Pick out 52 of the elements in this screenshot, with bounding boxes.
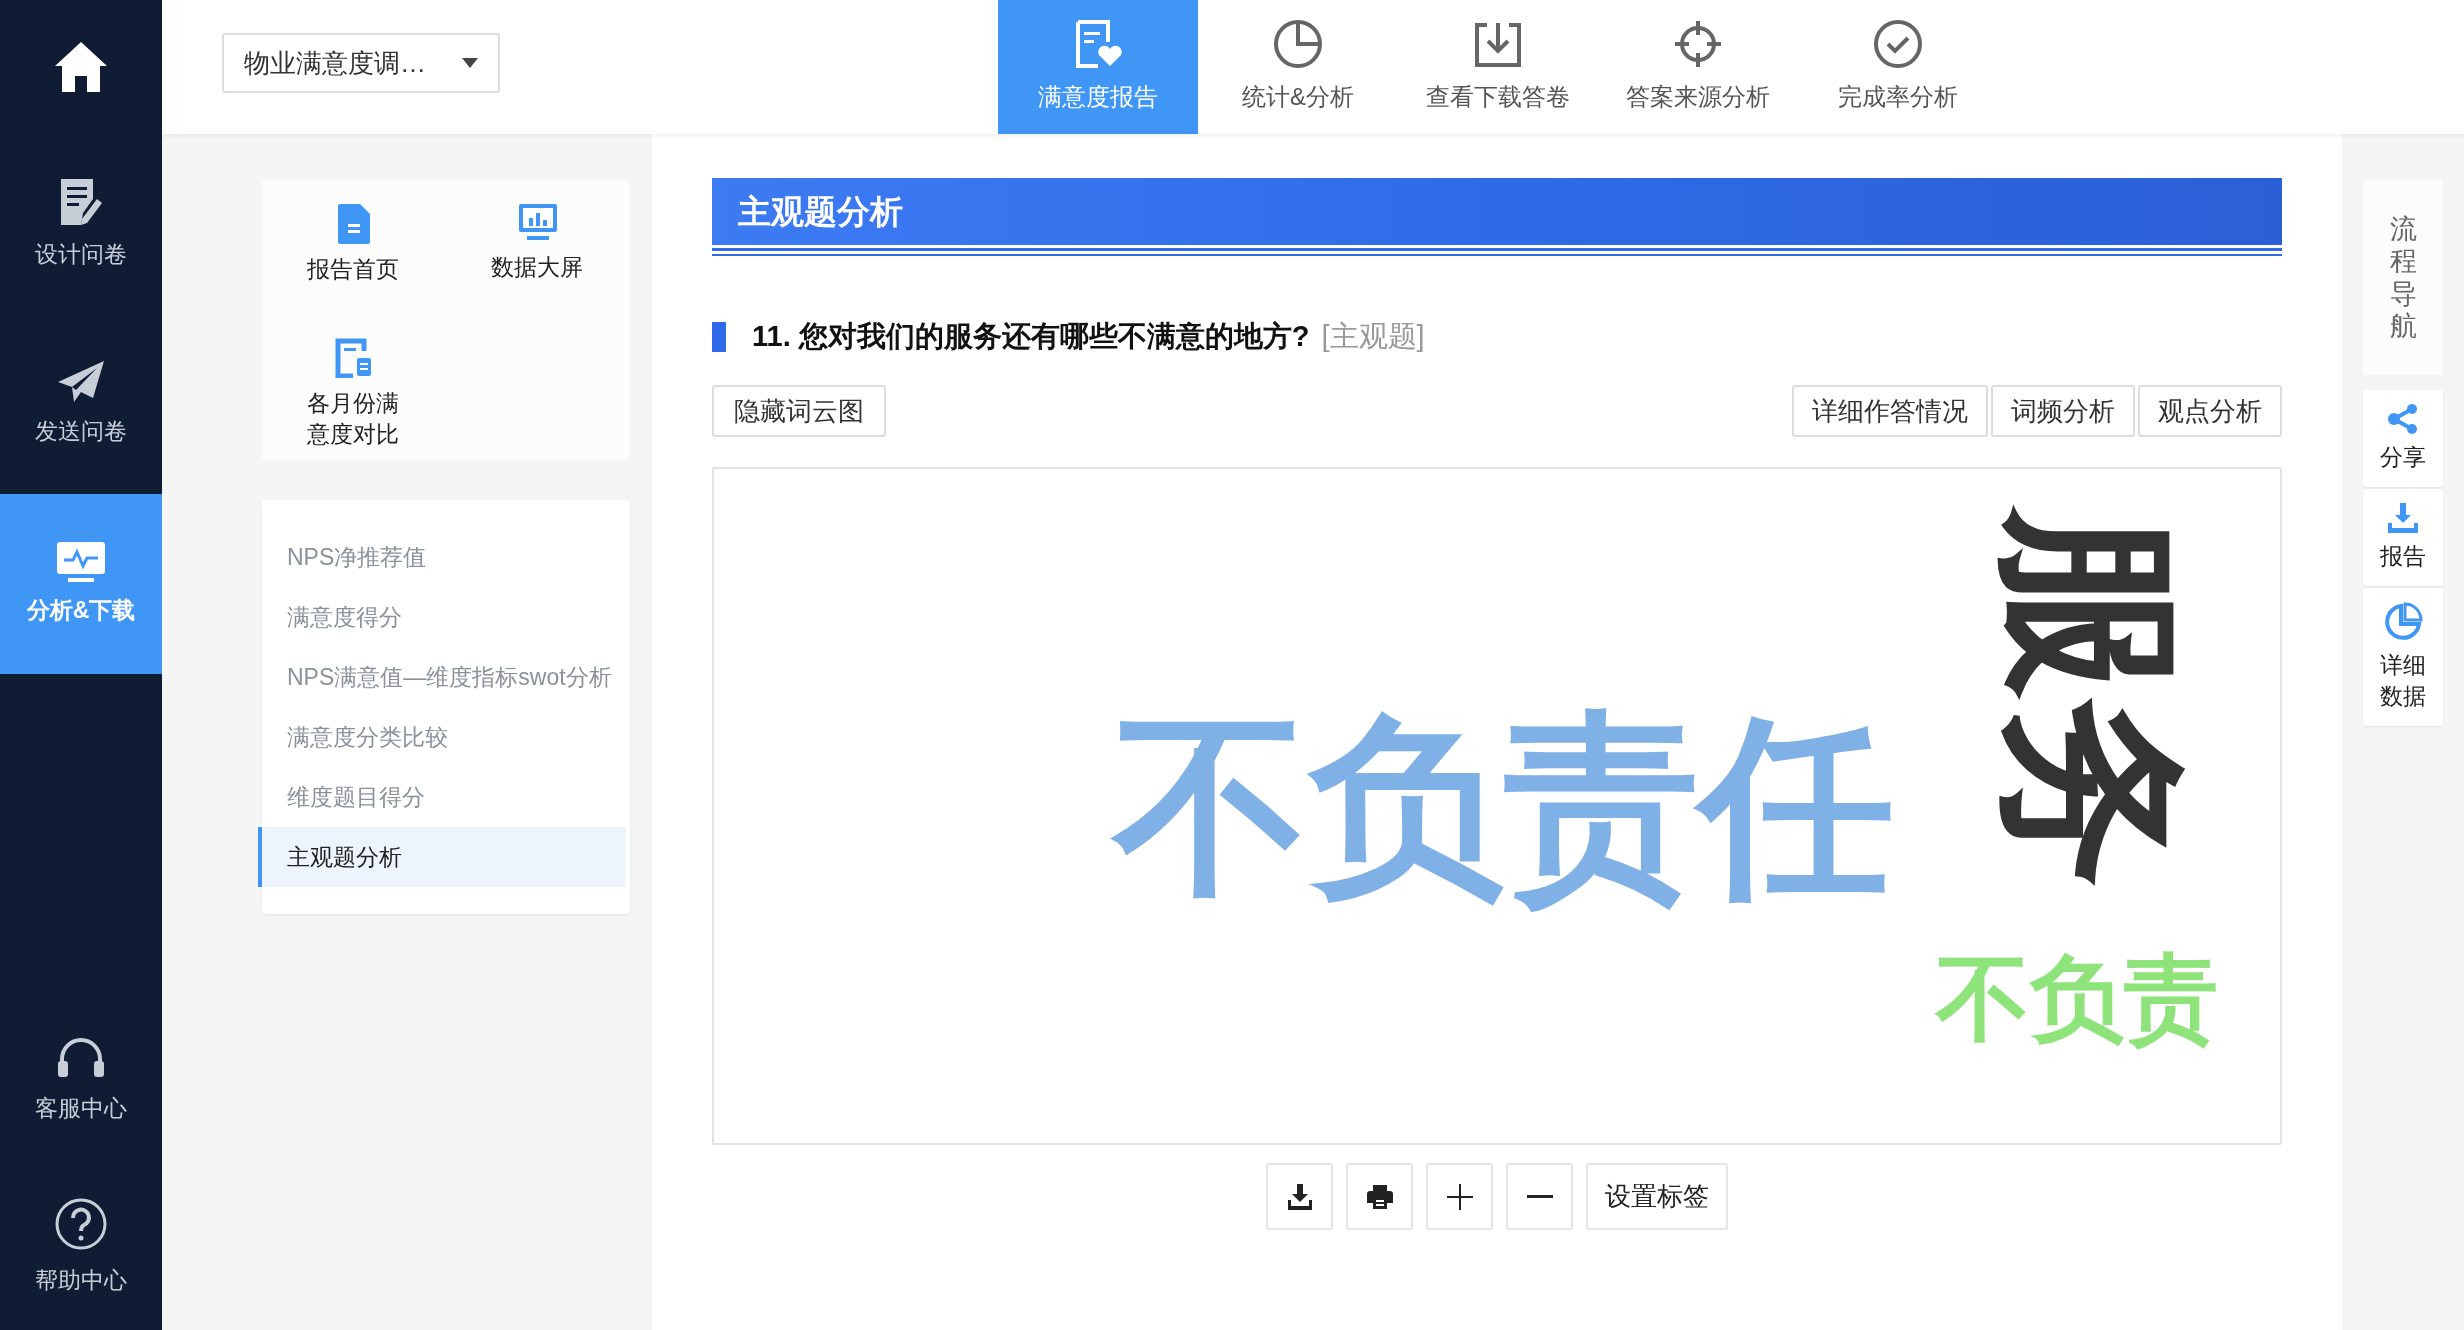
analysis-view-button[interactable]: 观点分析 bbox=[2138, 385, 2282, 437]
paper-plane-icon bbox=[57, 359, 105, 404]
monitor-pulse-icon bbox=[56, 540, 106, 583]
top-tab[interactable]: 统计&分析 bbox=[1198, 0, 1398, 134]
crosshair-icon bbox=[1673, 19, 1723, 69]
question-marker bbox=[712, 322, 726, 352]
help-icon bbox=[54, 1196, 108, 1251]
share-icon bbox=[2387, 404, 2419, 434]
download-icon bbox=[2388, 503, 2418, 534]
document-icon bbox=[338, 204, 370, 244]
caret-icon bbox=[462, 58, 478, 68]
flow-nav-card[interactable]: 流程导航 bbox=[2363, 180, 2443, 375]
pencil-document-icon bbox=[59, 176, 103, 227]
pie-chart-icon bbox=[1273, 19, 1323, 69]
banner-title: 主观题分析 bbox=[738, 191, 903, 232]
top-tab[interactable]: 完成率分析 bbox=[1798, 0, 1998, 134]
flow-nav-label: 流程导航 bbox=[2389, 212, 2417, 343]
print-button[interactable] bbox=[1346, 1163, 1413, 1230]
zoom-in-button[interactable] bbox=[1426, 1163, 1493, 1230]
sidebar-nav-item[interactable]: 设计问卷 bbox=[0, 134, 162, 314]
check-circle-icon bbox=[1873, 19, 1923, 69]
headset-icon bbox=[56, 1036, 106, 1079]
question-type-tag: [主观题] bbox=[1321, 315, 1425, 359]
sidebar-nav-item[interactable]: 帮助中心 bbox=[0, 1164, 162, 1330]
section-link[interactable]: 主观题分析 bbox=[258, 827, 626, 887]
report-tile[interactable]: 各月份满意度对比 bbox=[262, 326, 446, 460]
side-action-button[interactable]: 详细数据 bbox=[2363, 588, 2443, 727]
analysis-view-button[interactable]: 词频分析 bbox=[1991, 385, 2135, 437]
side-action-button[interactable]: 报告 bbox=[2363, 489, 2443, 587]
plus-icon bbox=[1446, 1183, 1473, 1210]
pie-chart-icon bbox=[2383, 602, 2423, 643]
report-tile[interactable]: 报告首页 bbox=[262, 192, 446, 326]
top-tab[interactable]: 答案来源分析 bbox=[1598, 0, 1798, 134]
cloud-word: 不负责 bbox=[1936, 945, 2218, 1053]
survey-dropdown[interactable]: 物业满意度调… bbox=[222, 33, 500, 93]
download-icon bbox=[1287, 1183, 1312, 1210]
report-heart-icon bbox=[1074, 19, 1122, 69]
printer-icon bbox=[1366, 1184, 1393, 1209]
sidebar-nav-item[interactable]: 客服中心 bbox=[0, 998, 162, 1164]
download-button[interactable] bbox=[1266, 1163, 1333, 1230]
hide-word-cloud-button[interactable]: 隐藏词云图 bbox=[712, 385, 886, 437]
monitor-chart-icon bbox=[519, 204, 557, 242]
report-tile[interactable]: 数据大屏 bbox=[446, 192, 630, 326]
home-icon[interactable] bbox=[53, 40, 109, 94]
side-action-button[interactable]: 分享 bbox=[2363, 390, 2443, 488]
analysis-view-button[interactable]: 详细作答情况 bbox=[1792, 385, 1988, 437]
question-text: 11. 您对我们的服务还有哪些不满意的地方? bbox=[752, 319, 1310, 355]
sidebar-nav-item[interactable]: 发送问卷 bbox=[0, 314, 162, 494]
set-labels-button[interactable]: 设置标签 bbox=[1586, 1163, 1728, 1230]
top-tab[interactable]: 查看下载答卷 bbox=[1398, 0, 1598, 134]
calendar-document-icon bbox=[335, 338, 373, 378]
minus-icon bbox=[1526, 1195, 1553, 1198]
